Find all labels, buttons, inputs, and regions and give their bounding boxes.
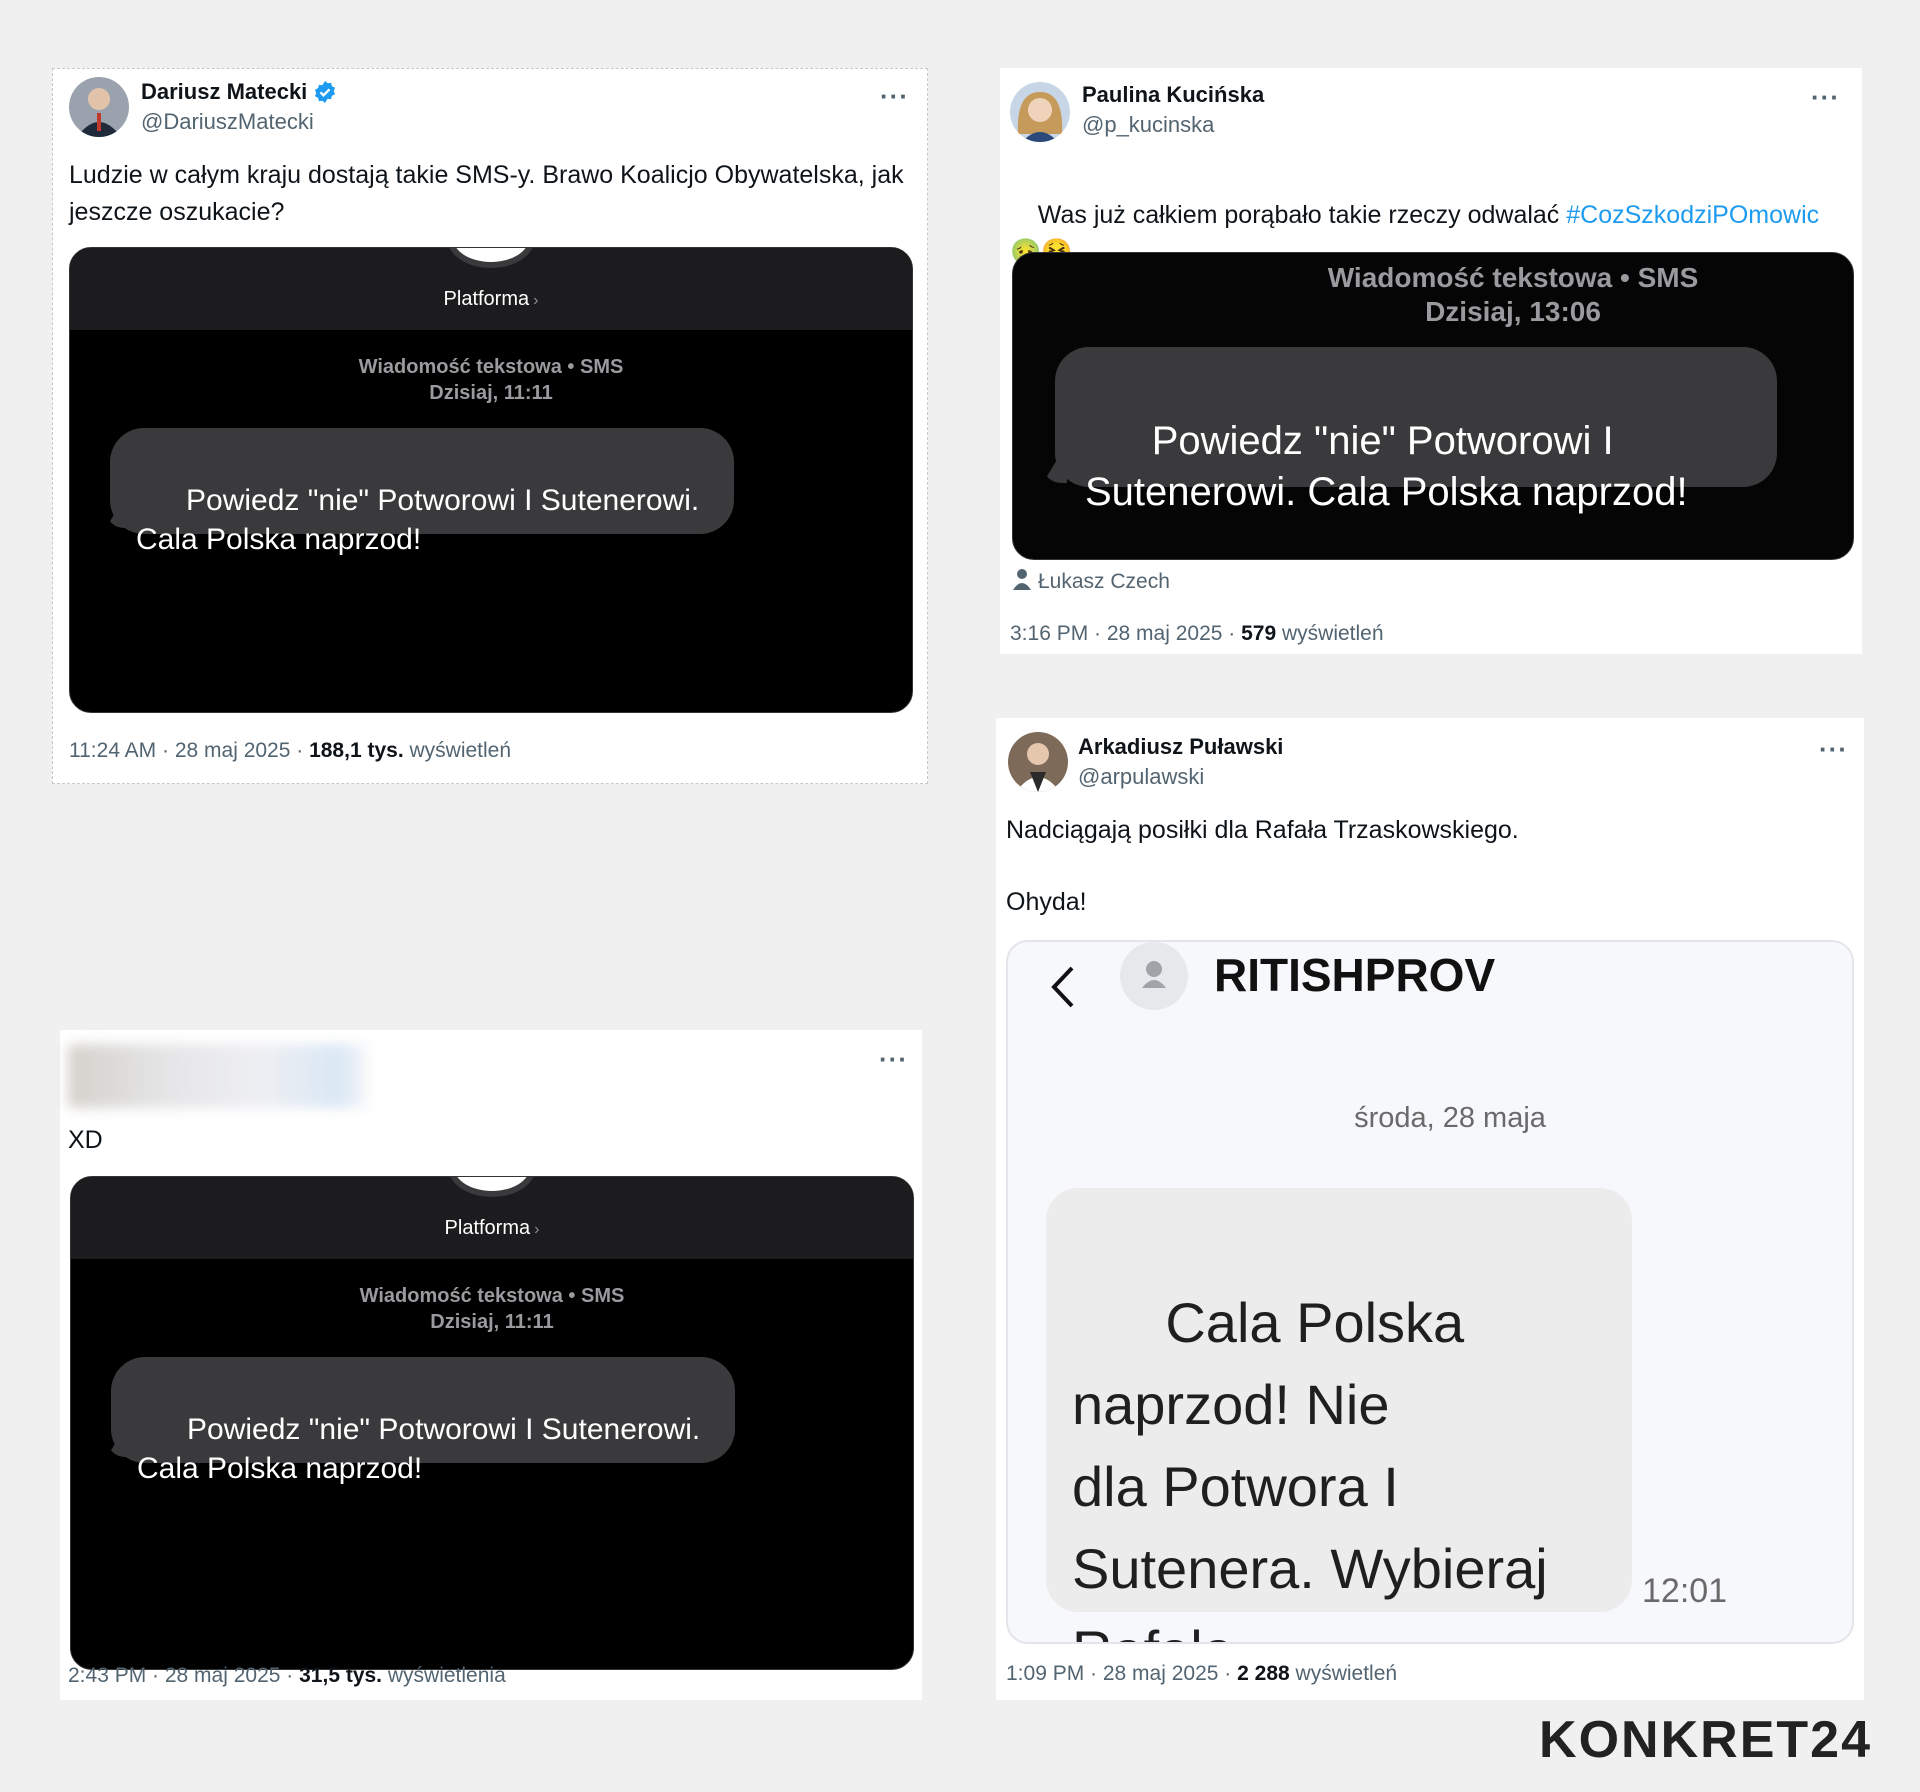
views-count: 579 bbox=[1241, 622, 1277, 645]
sms-bubble: Powiedz "nie" Potworowi I Sutenerowi. Ca… bbox=[110, 428, 734, 556]
views-label: wyświetleń bbox=[1276, 622, 1384, 645]
avatar[interactable] bbox=[69, 77, 129, 137]
more-options-icon[interactable]: ··· bbox=[1819, 736, 1848, 762]
more-options-icon[interactable]: ··· bbox=[879, 1046, 908, 1072]
contact-avatar-icon bbox=[1120, 942, 1188, 1010]
tweet-meta: 2:43 PM · 28 maj 2025 · 31,5 tys. wyświe… bbox=[68, 1664, 506, 1688]
tweet-card-anonymous: ··· XD Platforma › Wiadomość tekstowa • S… bbox=[60, 1030, 922, 1700]
more-options-icon[interactable]: ··· bbox=[1811, 84, 1840, 110]
author-name[interactable]: Dariusz Matecki bbox=[141, 79, 307, 105]
sms-screenshot[interactable]: Platforma › Wiadomość tekstowa • SMS Dzis… bbox=[70, 1176, 914, 1670]
tweet-time[interactable]: 3:16 PM · 28 maj 2025 · bbox=[1010, 622, 1241, 645]
credit-name[interactable]: Łukasz Czech bbox=[1038, 570, 1170, 594]
sms-screenshot[interactable]: Platforma › Wiadomość tekstowa • SMS Dzis… bbox=[69, 247, 913, 713]
sms-message: Powiedz "nie" Potworowi I Sutenerowi. Ca… bbox=[1085, 419, 1688, 514]
views-count: 31,5 tys. bbox=[299, 1664, 383, 1687]
views-label: wyświetleń bbox=[1289, 1662, 1398, 1685]
sms-sender: Platforma bbox=[444, 1217, 531, 1239]
tweet-text-body: Was już całkiem porąbało takie rzeczy od… bbox=[1037, 201, 1567, 229]
tweet-time[interactable]: 11:24 AM · 28 maj 2025 · bbox=[69, 739, 309, 762]
tweet-meta: 1:09 PM · 28 maj 2025 · 2 288 wyświetleń bbox=[1006, 1662, 1397, 1686]
sms-sender: RITISHPROV bbox=[1214, 949, 1496, 1001]
author-handle[interactable]: @DariuszMatecki bbox=[141, 109, 314, 135]
tweet-meta: 3:16 PM · 28 maj 2025 · 579 wyświetleń bbox=[1010, 622, 1384, 646]
sms-type: Wiadomość tekstowa • SMS bbox=[1327, 262, 1699, 293]
tweet-card-pulawski: Arkadiusz Puławski @arpulawski ··· Nadci… bbox=[996, 718, 1864, 1700]
sms-date: środa, 28 maja bbox=[1354, 1102, 1546, 1134]
chevron-right-icon: › bbox=[533, 292, 539, 309]
blurred-author-header bbox=[68, 1044, 368, 1108]
author-name[interactable]: Paulina Kucińska bbox=[1082, 82, 1264, 108]
tweet-card-kucinska: Paulina Kucińska @p_kucinska ··· Was już… bbox=[1000, 68, 1862, 654]
sms-header: Platforma › bbox=[70, 248, 912, 330]
sms-message: Powiedz "nie" Potworowi I Sutenerowi. Ca… bbox=[137, 1413, 701, 1485]
sms-bubble: Cala Polska naprzod! Nie dla Potwora I S… bbox=[1046, 1188, 1632, 1642]
sms-sender: Platforma bbox=[443, 288, 530, 310]
chevron-right-icon: › bbox=[534, 1221, 540, 1238]
tweet-text: XD bbox=[68, 1126, 103, 1154]
tweet-text: Nadciągają posiłki dla Rafała Trzaskowsk… bbox=[1006, 816, 1519, 916]
views-count: 2 288 bbox=[1237, 1662, 1290, 1685]
tweet-time[interactable]: 1:09 PM · 28 maj 2025 · bbox=[1006, 1662, 1237, 1685]
sms-date: Dzisiaj, 11:11 bbox=[429, 382, 553, 404]
sms-bubble: Powiedz "nie" Potworowi I Sutenerowi. Ca… bbox=[111, 1357, 735, 1485]
tweet-time[interactable]: 2:43 PM · 28 maj 2025 · bbox=[68, 1664, 299, 1687]
hashtag-link[interactable]: #CozSzkodziPOmowic bbox=[1566, 201, 1819, 229]
author-name[interactable]: Arkadiusz Puławski bbox=[1078, 734, 1283, 760]
avatar[interactable] bbox=[1010, 82, 1070, 142]
sms-screenshot[interactable]: RITISHPROV środa, 28 maja Cala Polska na… bbox=[1006, 940, 1854, 1644]
more-options-icon[interactable]: ··· bbox=[880, 83, 909, 109]
verified-icon bbox=[313, 80, 337, 104]
back-arrow-icon[interactable] bbox=[1048, 962, 1078, 1017]
contact-avatar-icon bbox=[447, 248, 535, 268]
sms-date: Dzisiaj, 13:06 bbox=[1425, 296, 1601, 327]
sms-message-time: 12:01 bbox=[1642, 1572, 1728, 1610]
konkret24-logo: KONKRET24 bbox=[1539, 1711, 1872, 1769]
sms-message: Powiedz "nie" Potworowi I Sutenerowi. Ca… bbox=[136, 484, 700, 556]
tweet-card-matecki: Dariusz Matecki @DariuszMatecki ··· Ludz… bbox=[52, 68, 928, 784]
sms-bubble: Powiedz "nie" Potworowi I Sutenerowi. Ca… bbox=[1055, 347, 1777, 514]
avatar[interactable] bbox=[1008, 732, 1068, 792]
sms-screenshot[interactable]: Wiadomość tekstowa • SMS Dzisiaj, 13:06 … bbox=[1012, 252, 1854, 560]
author-handle[interactable]: @p_kucinska bbox=[1082, 112, 1214, 138]
tweet-text: Ludzie w całym kraju dostają takie SMS-y… bbox=[69, 161, 911, 226]
sms-date: Dzisiaj, 11:11 bbox=[430, 1311, 554, 1333]
sms-type: Wiadomość tekstowa • SMS bbox=[358, 356, 624, 378]
contact-avatar-icon bbox=[448, 1177, 536, 1197]
views-count: 188,1 tys. bbox=[309, 739, 404, 762]
person-icon bbox=[1012, 568, 1032, 596]
tweet-meta: 11:24 AM · 28 maj 2025 · 188,1 tys. wyśw… bbox=[69, 739, 511, 763]
sms-header: Platforma › bbox=[71, 1177, 913, 1259]
author-handle[interactable]: @arpulawski bbox=[1078, 764, 1204, 790]
sms-message: Cala Polska naprzod! Nie dla Potwora I S… bbox=[1072, 1291, 1548, 1642]
photo-credit: Łukasz Czech bbox=[1012, 568, 1170, 596]
views-label: wyświetlenia bbox=[382, 1664, 506, 1687]
sms-type: Wiadomość tekstowa • SMS bbox=[359, 1285, 625, 1307]
views-label: wyświetleń bbox=[403, 739, 512, 762]
